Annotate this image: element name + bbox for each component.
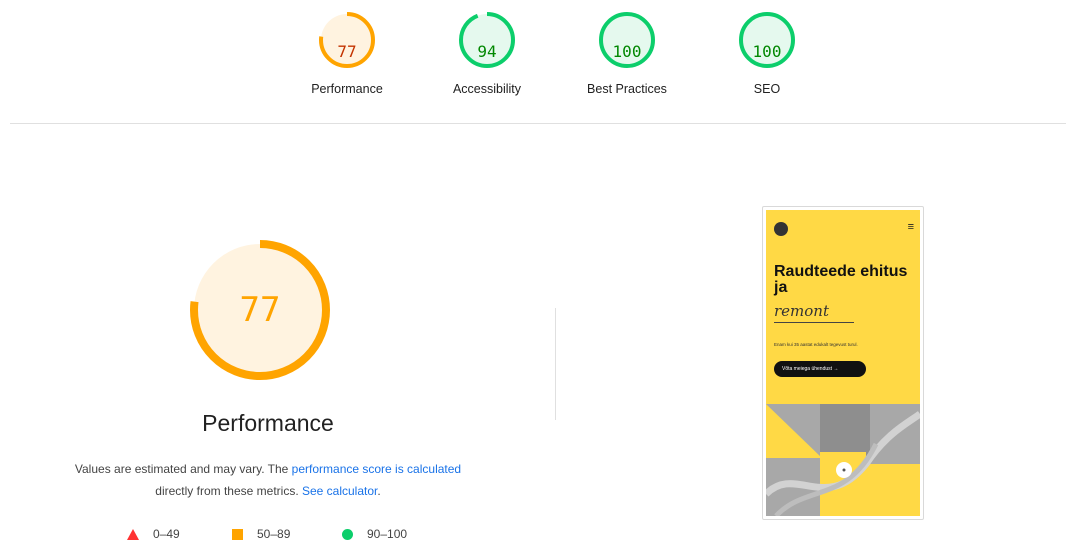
performance-gauge-large: 77	[180, 230, 360, 390]
gauge-best-practices[interactable]: 100 Best Practices	[567, 10, 687, 96]
performance-score: 77	[239, 290, 281, 330]
gauge-label: Performance	[311, 82, 383, 96]
desc-text: .	[377, 484, 381, 498]
performance-title: Performance	[202, 410, 334, 436]
screenshot-headline: Raudteede ehitus ja	[774, 263, 908, 296]
gauge-label: Accessibility	[452, 82, 522, 96]
screenshot-screen: ≡ Raudteede ehitus ja remont Enam kui 35…	[766, 210, 920, 516]
gauge-seo[interactable]: 100 SEO	[707, 10, 827, 96]
gauge-label: SEO	[753, 82, 781, 96]
legend-fail: 0–49	[127, 526, 180, 540]
fail-triangle-icon	[127, 528, 139, 540]
site-logo-icon	[774, 222, 788, 236]
section-divider	[10, 123, 1066, 124]
see-calculator-link[interactable]: See calculator	[302, 484, 377, 498]
gauge-score: 100	[752, 42, 782, 61]
desc-text: directly from these metrics.	[155, 484, 302, 498]
average-square-icon	[232, 528, 243, 540]
legend-pass: 90–100	[342, 526, 407, 540]
gauge-accessibility[interactable]: 94 Accessibility	[427, 10, 547, 96]
screenshot-headline-italic: remont	[774, 302, 829, 320]
legend-fail-range: 0–49	[153, 527, 180, 540]
vertical-separator	[555, 308, 556, 420]
screenshot-subtext: Enam kui 35 aastat edukalt tegevust turu…	[774, 342, 858, 347]
score-summary: 77 Performance 94 Accessibility 100 Best…	[0, 0, 1066, 124]
legend-pass-range: 90–100	[367, 527, 408, 540]
gauge-score: 100	[612, 42, 642, 61]
legend-average-range: 50–89	[257, 527, 291, 540]
score-calculated-link[interactable]: performance score is calculated	[292, 462, 461, 476]
desc-text: Values are estimated and may vary. The	[74, 462, 292, 476]
gauge-performance[interactable]: 77 Performance	[287, 10, 407, 96]
gauge-score: 94	[477, 42, 497, 61]
gauge-label: Best Practices	[587, 82, 667, 96]
hamburger-menu-icon: ≡	[907, 221, 914, 233]
screenshot-cta-button: Võta meiega ühendust →	[774, 361, 866, 377]
final-screenshot[interactable]: ≡ Raudteede ehitus ja remont Enam kui 35…	[762, 206, 924, 520]
legend-average: 50–89	[232, 526, 290, 540]
hero-graphic	[766, 404, 920, 516]
pass-circle-icon	[342, 528, 353, 540]
headline-underline	[774, 322, 854, 323]
performance-description: Values are estimated and may vary. The p…	[0, 458, 536, 502]
gauge-score: 77	[337, 42, 357, 61]
